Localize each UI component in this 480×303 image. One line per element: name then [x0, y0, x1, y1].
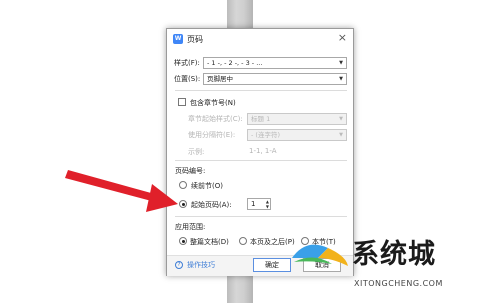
watermark-brand: 系统城: [352, 239, 436, 270]
arrow-head: [146, 184, 178, 212]
arrow-shaft: [65, 170, 162, 203]
watermark-url: XITONGCHENG.COM: [354, 279, 443, 288]
watermark-logo-icon: [292, 244, 348, 266]
